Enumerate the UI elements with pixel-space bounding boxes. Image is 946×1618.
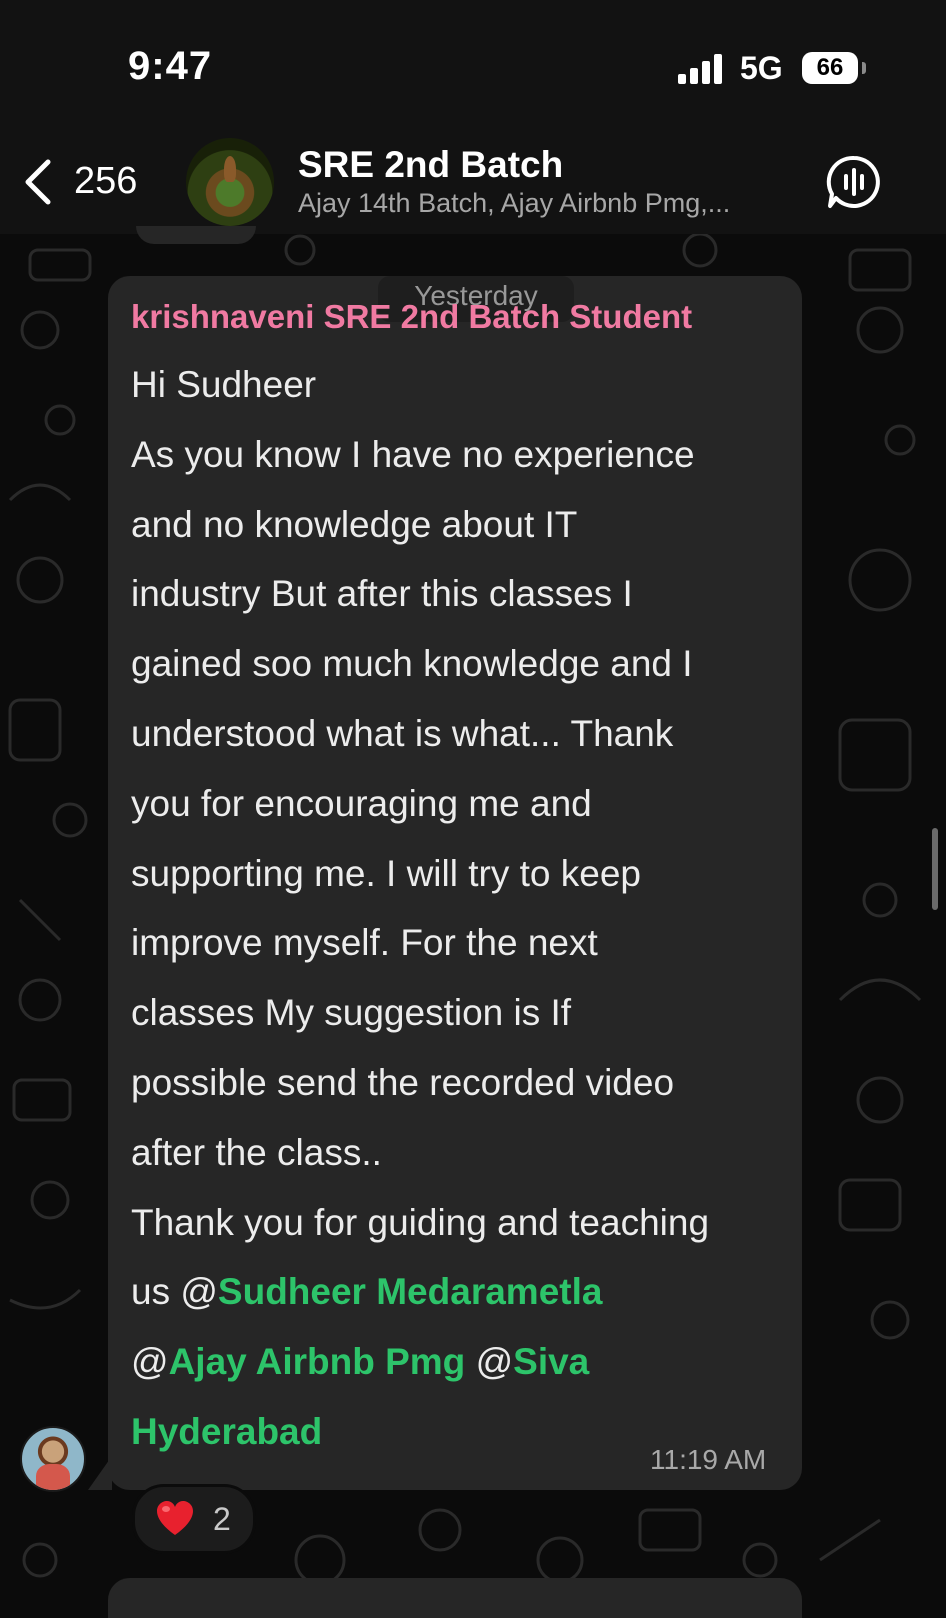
status-time: 9:47 — [128, 44, 213, 88]
at-symbol: @ — [475, 1341, 514, 1383]
heart-emoji-icon — [157, 1501, 193, 1535]
message-line: understood what is what... Thank — [131, 712, 674, 754]
signal-icon — [678, 54, 722, 84]
status-bar: 9:47 5G 66 — [0, 0, 946, 130]
group-title[interactable]: SRE 2nd Batch — [298, 144, 563, 186]
message-line: Hi Sudheer — [131, 364, 317, 405]
mention-link[interactable]: Ajay Airbnb Pmg — [169, 1341, 466, 1382]
network-type: 5G — [740, 50, 783, 86]
group-avatar[interactable] — [186, 138, 274, 226]
chat-header: 256 SRE 2nd Batch Ajay 14th Batch, Ajay … — [0, 130, 946, 234]
mention-link[interactable]: Siva — [513, 1341, 589, 1382]
previous-message-bubble[interactable] — [136, 226, 256, 244]
message-line: and no knowledge about IT — [131, 503, 578, 545]
at-symbol: @ — [131, 1341, 169, 1383]
voice-chat-icon[interactable] — [826, 154, 882, 210]
message-line: supporting me. I will try to keep — [131, 852, 641, 894]
message-line: Thank you for guiding and teaching — [131, 1201, 710, 1243]
group-members[interactable]: Ajay 14th Batch, Ajay Airbnb Pmg,... — [298, 188, 730, 219]
message-line: classes My suggestion is If — [131, 992, 572, 1034]
scrollbar-thumb[interactable] — [932, 828, 938, 910]
message-line: improve myself. For the next — [131, 922, 598, 964]
battery-icon: 66 — [802, 52, 858, 84]
avatar-image-detail — [224, 156, 236, 182]
mention-link[interactable]: Sudheer Medarametla — [218, 1271, 603, 1312]
sender-avatar[interactable] — [20, 1426, 86, 1492]
bubble-tail — [88, 1456, 112, 1490]
avatar-image-detail — [36, 1464, 70, 1490]
next-message-bubble[interactable] — [108, 1578, 802, 1618]
message-line: after the class.. — [131, 1131, 382, 1173]
mention-prefix: us — [131, 1271, 181, 1313]
message-line: gained soo much knowledge and I — [131, 643, 693, 685]
at-symbol: @ — [180, 1271, 218, 1313]
message-line: industry But after this classes I — [131, 573, 633, 615]
message-sender[interactable]: krishnaveni SRE 2nd Batch Student — [131, 298, 692, 336]
reaction-count: 2 — [213, 1501, 231, 1537]
message-line: possible send the recorded video — [131, 1061, 675, 1103]
message-line: As you know I have no experience — [131, 433, 695, 475]
battery-nub — [862, 62, 866, 74]
message-line: you for encouraging me and — [131, 782, 592, 824]
unread-count[interactable]: 256 — [74, 160, 137, 203]
message-timestamp: 11:19 AM — [650, 1444, 767, 1475]
mention-link[interactable]: Hyderabad — [131, 1411, 322, 1452]
message-text: Hi Sudheer As you know I have no experie… — [131, 350, 791, 1467]
back-chevron-icon[interactable] — [18, 154, 58, 210]
reaction-badge[interactable]: 2 — [132, 1484, 256, 1554]
